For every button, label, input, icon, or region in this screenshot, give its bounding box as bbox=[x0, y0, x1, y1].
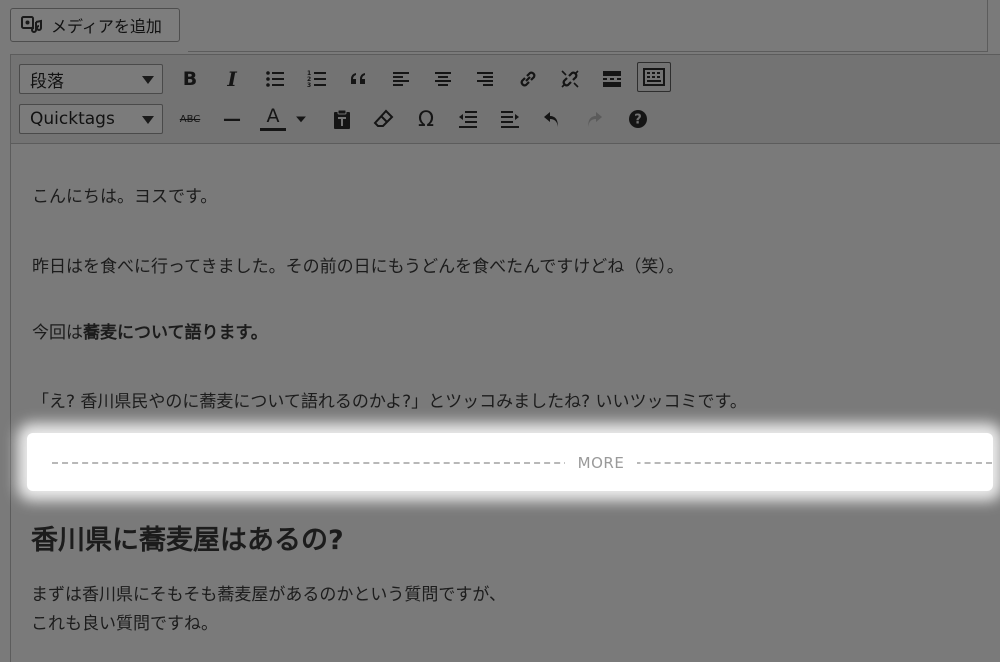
indent-button[interactable] bbox=[496, 105, 524, 133]
paragraph-1: こんにちは。ヨスです。 bbox=[32, 187, 218, 207]
text-color-button[interactable]: A bbox=[260, 104, 286, 131]
align-center-icon bbox=[435, 72, 451, 86]
blockquote-icon bbox=[351, 73, 365, 84]
bullet-list-icon bbox=[266, 71, 284, 87]
horizontal-line-icon: — bbox=[223, 108, 241, 130]
format-select-value: 段落 bbox=[30, 71, 64, 92]
quicktags-select[interactable]: Quicktags bbox=[19, 104, 163, 134]
quicktags-select-value: Quicktags bbox=[30, 109, 115, 129]
align-left-button[interactable] bbox=[387, 65, 415, 93]
svg-text:?: ? bbox=[634, 113, 642, 128]
paragraph-4: 「え? 香川県民やのに蕎麦について語れるのかよ?」とツッコみましたね? いいツッ… bbox=[32, 392, 747, 412]
add-media-label: メディアを追加 bbox=[51, 17, 162, 36]
read-more-icon bbox=[603, 71, 621, 87]
align-right-button[interactable] bbox=[471, 65, 499, 93]
link-button[interactable] bbox=[514, 65, 542, 93]
special-character-button[interactable]: Ω bbox=[412, 105, 440, 133]
media-icon bbox=[21, 16, 42, 33]
editor-toolbar: 段落 B I 123 Quicktags ABC — A Ω ? bbox=[10, 54, 1000, 144]
outdent-icon bbox=[459, 111, 477, 128]
paste-text-button[interactable] bbox=[328, 105, 356, 133]
tab-area-border bbox=[188, 0, 988, 52]
paragraph-2: 昨日はを食べに行ってきました。その前の日にもうどんを食べたんですけどね（笑）。 bbox=[32, 257, 684, 277]
paragraph-3-bold: 蕎麦について語ります。 bbox=[83, 323, 268, 343]
numbered-list-button[interactable]: 123 bbox=[303, 65, 331, 93]
more-tag-divider[interactable] bbox=[52, 462, 992, 464]
numbered-list-icon: 123 bbox=[307, 70, 326, 89]
redo-icon bbox=[588, 112, 602, 127]
paragraph-3: 今回は蕎麦について語ります。 bbox=[32, 318, 268, 343]
text-color-dropdown[interactable] bbox=[292, 105, 310, 133]
bullet-list-button[interactable] bbox=[261, 65, 289, 93]
bold-icon: B bbox=[182, 68, 198, 90]
outdent-button[interactable] bbox=[454, 105, 482, 133]
chevron-down-icon bbox=[142, 116, 154, 124]
svg-text:3: 3 bbox=[307, 82, 311, 89]
clear-formatting-icon bbox=[373, 109, 394, 127]
read-more-button[interactable] bbox=[598, 65, 626, 93]
align-left-icon bbox=[393, 72, 409, 86]
paragraph-3-prefix: 今回は bbox=[32, 323, 83, 343]
italic-icon: I bbox=[227, 67, 237, 91]
paragraph-5-line-1: まずは香川県にそもそも蕎麦屋があるのかという質問ですが、 bbox=[31, 585, 506, 605]
add-media-button[interactable]: メディアを追加 bbox=[10, 8, 180, 42]
link-icon bbox=[520, 71, 536, 87]
text-color-icon: A bbox=[266, 105, 280, 127]
align-right-icon bbox=[477, 72, 493, 86]
help-button[interactable]: ? bbox=[624, 105, 652, 133]
caret-down-icon bbox=[296, 116, 306, 123]
special-character-icon: Ω bbox=[417, 107, 435, 131]
horizontal-line-button[interactable]: — bbox=[218, 105, 246, 133]
unlink-button[interactable] bbox=[556, 65, 584, 93]
unlink-icon bbox=[561, 70, 579, 88]
blockquote-button[interactable] bbox=[345, 65, 373, 93]
redo-button[interactable] bbox=[580, 105, 608, 133]
italic-button[interactable]: I bbox=[218, 65, 246, 93]
toolbar-toggle-icon bbox=[643, 68, 665, 86]
paragraph-5-line-2: これも良い質問ですね。 bbox=[31, 614, 218, 634]
strikethrough-button[interactable]: ABC bbox=[176, 105, 204, 133]
format-select[interactable]: 段落 bbox=[19, 64, 163, 94]
content-heading: 香川県に蕎麦屋はあるの? bbox=[31, 525, 344, 556]
undo-icon bbox=[544, 112, 558, 127]
help-icon: ? bbox=[629, 110, 647, 128]
more-tag-label: MORE bbox=[565, 452, 637, 474]
bold-button[interactable]: B bbox=[176, 65, 204, 93]
strikethrough-icon: ABC bbox=[179, 113, 201, 125]
editor-screen: メディアを追加 段落 B I 123 Quicktags ABC — A Ω ?… bbox=[0, 0, 1000, 662]
toolbar-toggle-button[interactable] bbox=[637, 62, 671, 92]
paste-text-icon bbox=[334, 109, 350, 129]
indent-icon bbox=[501, 111, 519, 128]
chevron-down-icon bbox=[142, 76, 154, 84]
align-center-button[interactable] bbox=[429, 65, 457, 93]
undo-button[interactable] bbox=[538, 105, 566, 133]
clear-formatting-button[interactable] bbox=[370, 105, 398, 133]
